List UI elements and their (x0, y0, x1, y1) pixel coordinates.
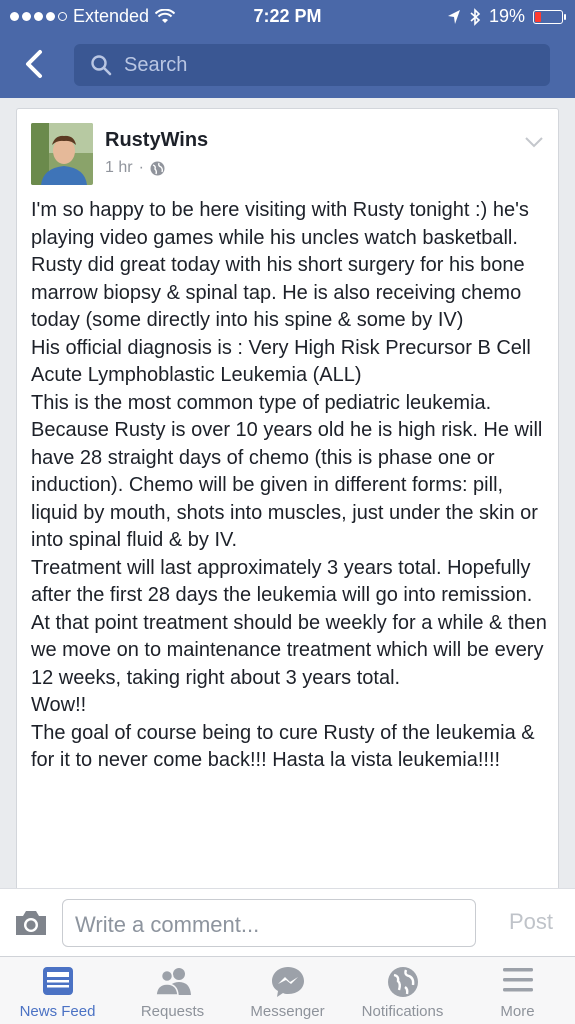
requests-icon (154, 968, 191, 996)
camera-button[interactable] (14, 909, 48, 942)
post-paragraph: I'm so happy to be here visiting with Ru… (31, 199, 529, 249)
tab-label: More (500, 1003, 535, 1020)
tab-label: Notifications (361, 1003, 444, 1020)
back-button[interactable] (20, 46, 50, 82)
notifications-icon (387, 967, 418, 997)
post-button[interactable]: Post (509, 909, 553, 935)
chevron-down-icon (525, 137, 543, 148)
post-time[interactable]: 1 hr (105, 159, 133, 177)
messenger-icon (271, 967, 304, 997)
tab-label: Requests (140, 1003, 205, 1020)
tab-messenger[interactable]: Messenger (230, 957, 345, 1024)
post-paragraph: This is the most common type of pediatri… (31, 391, 543, 552)
status-bar: Extended 7:22 PM 19% (0, 0, 575, 34)
post-card: RustyWins 1 hr · I'm so happy to be here… (16, 108, 559, 898)
tab-more[interactable]: More (460, 957, 575, 1024)
camera-icon (16, 911, 46, 935)
post-paragraph: Wow!! (31, 694, 87, 716)
post-meta: 1 hr · (105, 159, 165, 177)
search-input[interactable]: Search (74, 44, 550, 86)
search-icon (91, 55, 112, 76)
tab-bar: News Feed Requests Messenger Notificatio… (0, 956, 575, 1024)
post-paragraph: Rusty did great today with his short sur… (31, 254, 525, 331)
search-placeholder: Search (124, 54, 188, 76)
comment-input[interactable]: Write a comment... (62, 899, 476, 947)
comment-placeholder: Write a comment... (75, 912, 260, 937)
post-paragraph: His official diagnosis is : Very High Ri… (31, 336, 531, 387)
tab-news-feed[interactable]: News Feed (0, 957, 115, 1024)
tab-label: News Feed (19, 1003, 96, 1020)
status-right: 19% (447, 6, 566, 27)
post-paragraph: The goal of course being to cure Rusty o… (31, 721, 535, 772)
top-bar: Extended 7:22 PM 19% Search (0, 0, 575, 98)
news-feed-icon (42, 967, 73, 995)
globe-icon (150, 161, 165, 175)
meta-separator: · (138, 159, 144, 176)
post-options-button[interactable] (524, 135, 544, 153)
tab-notifications[interactable]: Notifications (345, 957, 460, 1024)
avatar[interactable] (31, 123, 93, 185)
tab-label: Messenger (250, 1003, 325, 1020)
bluetooth-icon (470, 7, 481, 26)
comment-bar: Write a comment... Post (0, 888, 575, 956)
post-author[interactable]: RustyWins (105, 129, 208, 152)
post-paragraph: Treatment will last approximately 3 year… (31, 556, 547, 689)
back-chevron-icon (26, 50, 42, 78)
post-text: I'm so happy to be here visiting with Ru… (31, 197, 551, 775)
tab-requests[interactable]: Requests (115, 957, 230, 1024)
location-arrow-icon (447, 9, 460, 24)
battery-percent: 19% (488, 6, 525, 26)
battery-icon (533, 9, 566, 24)
more-icon (502, 968, 533, 992)
